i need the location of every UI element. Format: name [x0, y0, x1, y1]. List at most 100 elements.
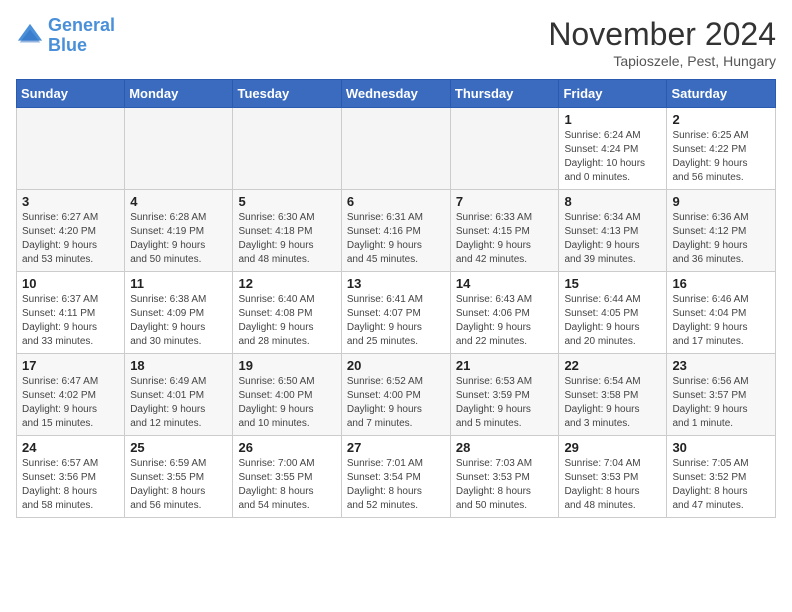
day-info: Sunrise: 6:57 AM Sunset: 3:56 PM Dayligh… — [22, 457, 119, 513]
week-row-5: 24 Sunrise: 6:57 AM Sunset: 3:56 PM Dayli… — [17, 436, 776, 518]
day-number: 26 — [238, 440, 335, 455]
day-number: 7 — [456, 194, 554, 209]
logo-line2: Blue — [48, 35, 87, 55]
calendar-cell: 12 Sunrise: 6:40 AM Sunset: 4:08 PM Dayli… — [233, 272, 341, 354]
calendar-cell: 17 Sunrise: 6:47 AM Sunset: 4:02 PM Dayli… — [17, 354, 125, 436]
day-number: 3 — [22, 194, 119, 209]
day-info: Sunrise: 6:40 AM Sunset: 4:08 PM Dayligh… — [238, 293, 335, 349]
calendar-cell: 5 Sunrise: 6:30 AM Sunset: 4:18 PM Daylig… — [233, 190, 341, 272]
day-number: 5 — [238, 194, 335, 209]
day-info: Sunrise: 6:44 AM Sunset: 4:05 PM Dayligh… — [564, 293, 661, 349]
day-info: Sunrise: 6:33 AM Sunset: 4:15 PM Dayligh… — [456, 211, 554, 267]
week-row-3: 10 Sunrise: 6:37 AM Sunset: 4:11 PM Dayli… — [17, 272, 776, 354]
logo-line1: General — [48, 15, 115, 35]
day-number: 23 — [672, 358, 770, 373]
weekday-header-thursday: Thursday — [450, 80, 559, 108]
calendar-cell: 2 Sunrise: 6:25 AM Sunset: 4:22 PM Daylig… — [667, 108, 776, 190]
weekday-header-sunday: Sunday — [17, 80, 125, 108]
day-number: 14 — [456, 276, 554, 291]
day-number: 19 — [238, 358, 335, 373]
day-number: 18 — [130, 358, 227, 373]
day-info: Sunrise: 7:05 AM Sunset: 3:52 PM Dayligh… — [672, 457, 770, 513]
day-info: Sunrise: 7:04 AM Sunset: 3:53 PM Dayligh… — [564, 457, 661, 513]
calendar-cell: 30Sunrise: 7:05 AM Sunset: 3:52 PM Dayli… — [667, 436, 776, 518]
weekday-header-friday: Friday — [559, 80, 667, 108]
day-info: Sunrise: 7:00 AM Sunset: 3:55 PM Dayligh… — [238, 457, 335, 513]
calendar-cell: 6Sunrise: 6:31 AM Sunset: 4:16 PM Daylig… — [341, 190, 450, 272]
day-info: Sunrise: 6:34 AM Sunset: 4:13 PM Dayligh… — [564, 211, 661, 267]
day-number: 17 — [22, 358, 119, 373]
calendar-cell: 18 Sunrise: 6:49 AM Sunset: 4:01 PM Dayli… — [125, 354, 233, 436]
calendar-cell: 14 Sunrise: 6:43 AM Sunset: 4:06 PM Dayli… — [450, 272, 559, 354]
weekday-header-row: SundayMondayTuesdayWednesdayThursdayFrid… — [17, 80, 776, 108]
calendar-cell: 8 Sunrise: 6:34 AM Sunset: 4:13 PM Daylig… — [559, 190, 667, 272]
day-info: Sunrise: 6:38 AM Sunset: 4:09 PM Dayligh… — [130, 293, 227, 349]
weekday-header-wednesday: Wednesday — [341, 80, 450, 108]
location-subtitle: Tapioszele, Pest, Hungary — [548, 53, 776, 69]
day-info: Sunrise: 6:30 AM Sunset: 4:18 PM Dayligh… — [238, 211, 335, 267]
week-row-1: 1Sunrise: 6:24 AM Sunset: 4:24 PM Daylig… — [17, 108, 776, 190]
calendar-cell — [233, 108, 341, 190]
calendar-cell: 4Sunrise: 6:28 AM Sunset: 4:19 PM Daylig… — [125, 190, 233, 272]
calendar-cell: 15 Sunrise: 6:44 AM Sunset: 4:05 PM Dayli… — [559, 272, 667, 354]
calendar-cell: 9 Sunrise: 6:36 AM Sunset: 4:12 PM Daylig… — [667, 190, 776, 272]
week-row-2: 3 Sunrise: 6:27 AM Sunset: 4:20 PM Daylig… — [17, 190, 776, 272]
calendar-cell: 19Sunrise: 6:50 AM Sunset: 4:00 PM Dayli… — [233, 354, 341, 436]
calendar-cell: 11 Sunrise: 6:38 AM Sunset: 4:09 PM Dayli… — [125, 272, 233, 354]
weekday-header-saturday: Saturday — [667, 80, 776, 108]
day-number: 27 — [347, 440, 445, 455]
day-number: 9 — [672, 194, 770, 209]
calendar-cell: 22 Sunrise: 6:54 AM Sunset: 3:58 PM Dayli… — [559, 354, 667, 436]
day-number: 15 — [564, 276, 661, 291]
day-info: Sunrise: 6:43 AM Sunset: 4:06 PM Dayligh… — [456, 293, 554, 349]
day-number: 10 — [22, 276, 119, 291]
day-number: 11 — [130, 276, 227, 291]
calendar-cell: 20 Sunrise: 6:52 AM Sunset: 4:00 PM Dayli… — [341, 354, 450, 436]
calendar-cell: 16 Sunrise: 6:46 AM Sunset: 4:04 PM Dayli… — [667, 272, 776, 354]
calendar-cell: 21Sunrise: 6:53 AM Sunset: 3:59 PM Dayli… — [450, 354, 559, 436]
day-info: Sunrise: 6:46 AM Sunset: 4:04 PM Dayligh… — [672, 293, 770, 349]
calendar-cell: 27Sunrise: 7:01 AM Sunset: 3:54 PM Dayli… — [341, 436, 450, 518]
weekday-header-monday: Monday — [125, 80, 233, 108]
calendar-cell: 26 Sunrise: 7:00 AM Sunset: 3:55 PM Dayli… — [233, 436, 341, 518]
calendar-cell: 29 Sunrise: 7:04 AM Sunset: 3:53 PM Dayli… — [559, 436, 667, 518]
day-info: Sunrise: 6:49 AM Sunset: 4:01 PM Dayligh… — [130, 375, 227, 431]
day-number: 16 — [672, 276, 770, 291]
calendar-cell: 7 Sunrise: 6:33 AM Sunset: 4:15 PM Daylig… — [450, 190, 559, 272]
calendar-cell: 24 Sunrise: 6:57 AM Sunset: 3:56 PM Dayli… — [17, 436, 125, 518]
day-number: 28 — [456, 440, 554, 455]
day-info: Sunrise: 6:31 AM Sunset: 4:16 PM Dayligh… — [347, 211, 445, 267]
day-info: Sunrise: 6:36 AM Sunset: 4:12 PM Dayligh… — [672, 211, 770, 267]
logo-icon — [16, 22, 44, 50]
day-number: 21 — [456, 358, 554, 373]
calendar-cell: 10 Sunrise: 6:37 AM Sunset: 4:11 PM Dayli… — [17, 272, 125, 354]
day-number: 22 — [564, 358, 661, 373]
day-info: Sunrise: 6:54 AM Sunset: 3:58 PM Dayligh… — [564, 375, 661, 431]
calendar-cell: 3 Sunrise: 6:27 AM Sunset: 4:20 PM Daylig… — [17, 190, 125, 272]
day-info: Sunrise: 6:24 AM Sunset: 4:24 PM Dayligh… — [564, 129, 661, 185]
day-number: 20 — [347, 358, 445, 373]
day-number: 24 — [22, 440, 119, 455]
day-info: Sunrise: 6:59 AM Sunset: 3:55 PM Dayligh… — [130, 457, 227, 513]
day-number: 12 — [238, 276, 335, 291]
calendar-cell: 25 Sunrise: 6:59 AM Sunset: 3:55 PM Dayli… — [125, 436, 233, 518]
day-number: 2 — [672, 112, 770, 127]
calendar-cell: 23Sunrise: 6:56 AM Sunset: 3:57 PM Dayli… — [667, 354, 776, 436]
day-info: Sunrise: 6:25 AM Sunset: 4:22 PM Dayligh… — [672, 129, 770, 185]
day-number: 25 — [130, 440, 227, 455]
calendar-cell: 1Sunrise: 6:24 AM Sunset: 4:24 PM Daylig… — [559, 108, 667, 190]
day-info: Sunrise: 6:52 AM Sunset: 4:00 PM Dayligh… — [347, 375, 445, 431]
day-number: 29 — [564, 440, 661, 455]
day-info: Sunrise: 6:28 AM Sunset: 4:19 PM Dayligh… — [130, 211, 227, 267]
calendar-cell — [125, 108, 233, 190]
month-title: November 2024 — [548, 16, 776, 53]
calendar-cell: 28Sunrise: 7:03 AM Sunset: 3:53 PM Dayli… — [450, 436, 559, 518]
calendar-cell — [17, 108, 125, 190]
day-info: Sunrise: 6:37 AM Sunset: 4:11 PM Dayligh… — [22, 293, 119, 349]
day-number: 8 — [564, 194, 661, 209]
logo-text: General Blue — [48, 16, 115, 56]
day-info: Sunrise: 6:41 AM Sunset: 4:07 PM Dayligh… — [347, 293, 445, 349]
day-info: Sunrise: 6:47 AM Sunset: 4:02 PM Dayligh… — [22, 375, 119, 431]
day-info: Sunrise: 6:27 AM Sunset: 4:20 PM Dayligh… — [22, 211, 119, 267]
calendar-cell: 13Sunrise: 6:41 AM Sunset: 4:07 PM Dayli… — [341, 272, 450, 354]
